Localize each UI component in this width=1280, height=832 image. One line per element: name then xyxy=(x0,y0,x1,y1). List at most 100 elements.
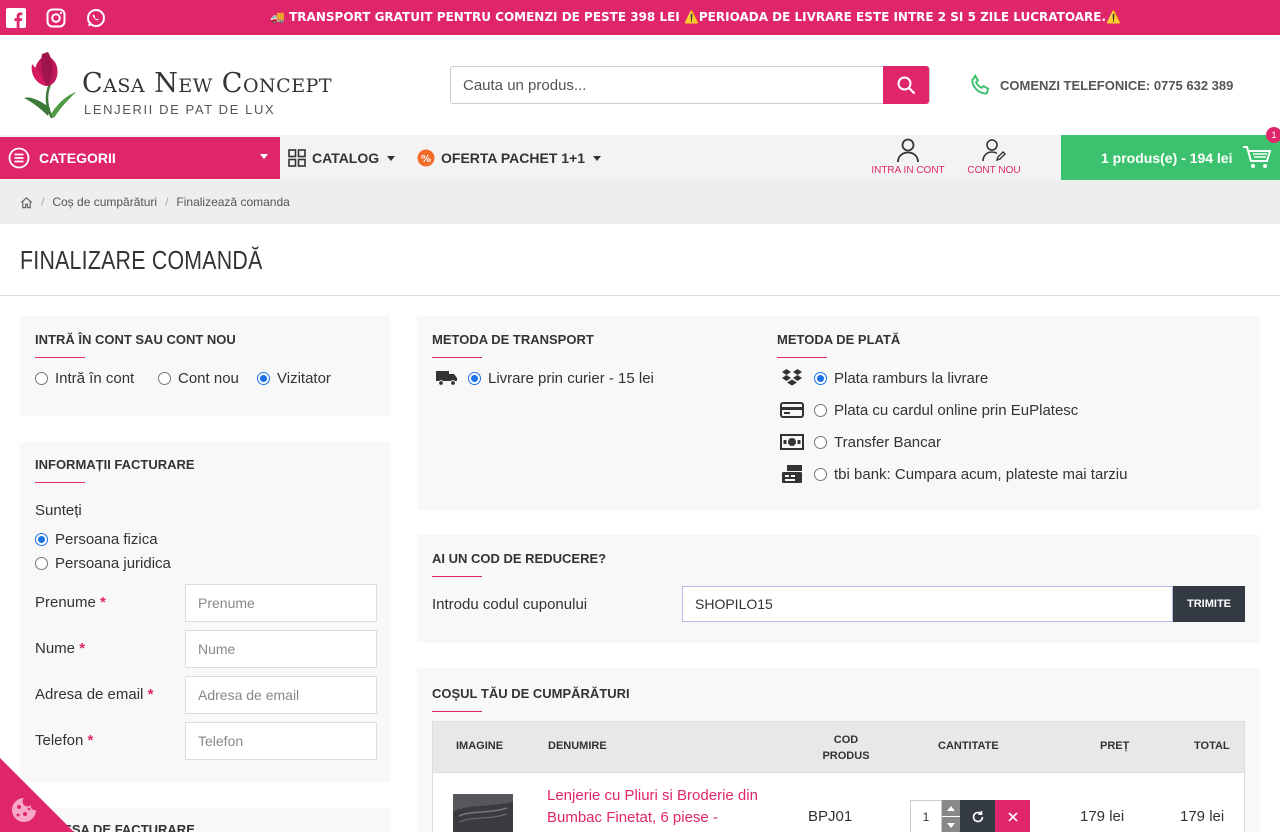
promo-banner: 🚚 TRANSPORT GRATUIT PENTRU COMENZI DE PE… xyxy=(270,10,1121,24)
coupon-title: AI UN COD DE REDUCERE? xyxy=(432,551,607,577)
dropbox-icon xyxy=(780,368,804,388)
facebook-icon[interactable] xyxy=(5,7,27,29)
chevron-down-icon xyxy=(593,155,602,161)
chevron-down-icon xyxy=(387,155,396,161)
radio-login-label: Intră în cont xyxy=(55,370,135,387)
radio-cash-on-delivery[interactable]: Plata ramburs la livrare xyxy=(814,370,988,387)
radio-courier-label: Livrare prin curier - 15 lei xyxy=(488,370,654,387)
home-icon[interactable] xyxy=(20,196,33,209)
tulip-logo-icon xyxy=(24,52,76,119)
radio-company-label: Persoana juridica xyxy=(55,555,171,572)
submit-coupon-button[interactable]: TRIMITE xyxy=(1173,586,1245,622)
cart-summary: 1 produs(e) - 194 lei xyxy=(1101,149,1233,166)
radio-tbi-bank-label: tbi bank: Cumpara acum, plateste mai tar… xyxy=(834,466,1128,483)
breadcrumb: / Coș de cumpărături / Finalizează coman… xyxy=(0,180,1280,224)
cookie-icon xyxy=(12,798,36,822)
cart-title: COȘUL TĂU DE CUMPĂRĂTURI xyxy=(432,686,630,712)
header-name: DENUMIRE xyxy=(548,740,607,752)
radio-card-online[interactable]: Plata cu cardul online prin EuPlatesc xyxy=(814,402,1078,419)
truck-icon xyxy=(435,368,459,388)
quantity-decrease-button[interactable] xyxy=(942,817,960,832)
last-name-field[interactable] xyxy=(185,630,377,668)
phone-contact[interactable]: COMENZI TELEFONICE: 0775 632 389 xyxy=(968,72,1233,98)
radio-tbi-bank[interactable]: tbi bank: Cumpara acum, plateste mai tar… xyxy=(814,466,1127,483)
top-bar: 🚚 TRANSPORT GRATUIT PENTRU COMENZI DE PE… xyxy=(0,0,1280,35)
user-icon xyxy=(897,138,919,163)
chevron-down-icon xyxy=(260,154,268,159)
whatsapp-icon[interactable] xyxy=(85,7,107,29)
radio-individual[interactable]: Persoana fizica xyxy=(35,531,158,548)
svg-text:%: % xyxy=(421,154,431,165)
radio-courier[interactable]: Livrare prin curier - 15 lei xyxy=(468,370,654,387)
radio-individual-label: Persoana fizica xyxy=(55,531,158,548)
breadcrumb-separator: / xyxy=(165,195,169,209)
radio-bank-transfer[interactable]: Transfer Bancar xyxy=(814,434,941,451)
radio-guest-label: Vizitator xyxy=(277,370,331,387)
offer-label: OFERTA PACHET 1+1 xyxy=(441,150,586,166)
person-type-label: Sunteți xyxy=(35,502,82,519)
breadcrumb-cart[interactable]: Coș de cumpărături xyxy=(52,195,157,209)
first-name-label: Prenume * xyxy=(35,594,106,611)
coupon-label: Introdu codul cuponului xyxy=(432,596,588,613)
instagram-icon[interactable] xyxy=(45,7,67,29)
credit-card-icon xyxy=(780,400,804,420)
divider xyxy=(0,295,1280,296)
phone-label: Telefon * xyxy=(35,732,94,749)
site-logo[interactable]: Casa New Concept LENJERII DE PAT DE LUX xyxy=(20,48,420,120)
radio-new-account-label: Cont nou xyxy=(178,370,239,387)
cart-button[interactable]: 1 produs(e) - 194 lei 1 xyxy=(1061,127,1280,180)
coupon-field[interactable] xyxy=(682,586,1173,622)
radio-company[interactable]: Persoana juridica xyxy=(35,555,171,572)
page-title: FINALIZARE COMANDĂ xyxy=(20,245,263,275)
phone-icon xyxy=(971,73,990,95)
shopping-cart-icon xyxy=(1243,146,1272,168)
payment-title: METODA DE PLATĂ xyxy=(777,332,901,358)
menu-icon xyxy=(8,147,30,169)
phone-text: COMENZI TELEFONICE: 0775 632 389 xyxy=(1000,77,1234,93)
radio-new-account[interactable]: Cont nou xyxy=(158,370,239,387)
header-code: COD PRODUS xyxy=(822,734,870,762)
last-name-label: Nume * xyxy=(35,640,86,657)
radio-login[interactable]: Intră în cont xyxy=(35,370,134,387)
register-label: CONT NOU xyxy=(967,165,1021,176)
radio-cash-on-delivery-label: Plata ramburs la livrare xyxy=(834,370,989,387)
header-price: PREȚ xyxy=(1100,740,1130,752)
login-link[interactable]: INTRA IN CONT xyxy=(868,137,948,176)
breadcrumb-separator: / xyxy=(41,195,45,209)
product-thumbnail[interactable] xyxy=(453,794,513,832)
search-box xyxy=(450,66,930,104)
remove-item-button[interactable] xyxy=(995,800,1030,832)
register-link[interactable]: CONT NOU xyxy=(954,137,1034,176)
product-name-link[interactable]: Lenjerie cu Pliuri si Broderie din Bumba… xyxy=(547,785,787,829)
catalog-label: CATALOG xyxy=(312,150,380,166)
login-label: INTRA IN CONT xyxy=(871,165,945,176)
discount-icon: % xyxy=(417,149,435,167)
email-field[interactable] xyxy=(185,676,377,714)
product-total: 179 lei xyxy=(1180,808,1225,825)
header-quantity: CANTITATE xyxy=(938,740,999,752)
breadcrumb-checkout: Finalizează comanda xyxy=(176,195,290,209)
categories-menu[interactable]: CATEGORII xyxy=(0,137,280,179)
account-title: INTRĂ ÎN CONT SAU CONT NOU xyxy=(35,332,236,358)
search-input[interactable] xyxy=(451,67,885,103)
header-image: IMAGINE xyxy=(456,740,504,752)
cart-count-badge: 1 xyxy=(1266,127,1280,143)
header-total: TOTAL xyxy=(1194,740,1230,752)
search-icon xyxy=(897,76,916,95)
transport-title: METODA DE TRANSPORT xyxy=(432,332,594,358)
product-code: BPJ01 xyxy=(808,808,853,825)
catalog-menu[interactable]: CATALOG xyxy=(288,149,396,167)
refresh-icon xyxy=(972,811,983,823)
quantity-input[interactable]: 1 xyxy=(910,800,942,832)
search-button[interactable] xyxy=(883,66,929,104)
phone-field[interactable] xyxy=(185,722,377,760)
radio-guest[interactable]: Vizitator xyxy=(257,370,331,387)
offer-menu[interactable]: % OFERTA PACHET 1+1 xyxy=(417,149,602,167)
product-price: 179 lei xyxy=(1080,808,1125,825)
refresh-quantity-button[interactable] xyxy=(960,800,995,832)
brand-name: Casa New Concept xyxy=(82,68,333,99)
categories-label: CATEGORII xyxy=(39,150,116,166)
first-name-field[interactable] xyxy=(185,584,377,622)
quantity-increase-button[interactable] xyxy=(942,800,960,816)
email-label: Adresa de email * xyxy=(35,686,154,703)
